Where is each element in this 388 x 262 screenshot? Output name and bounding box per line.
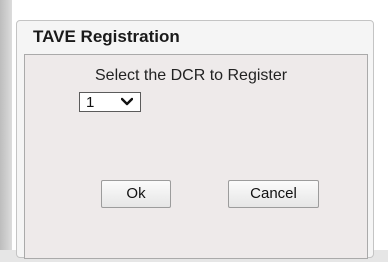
tave-registration-dialog: TAVE Registration Select the DCR to Regi… bbox=[16, 20, 374, 259]
background-panel-left bbox=[0, 0, 12, 262]
dialog-body: Select the DCR to Register 1 Ok Cancel bbox=[24, 54, 368, 259]
ok-button[interactable]: Ok bbox=[101, 180, 171, 208]
dialog-title: TAVE Registration bbox=[33, 27, 180, 46]
dcr-select-value: 1 bbox=[86, 94, 95, 111]
cancel-button[interactable]: Cancel bbox=[228, 180, 319, 208]
dcr-select[interactable]: 1 bbox=[79, 92, 141, 112]
dcr-select-label: Select the DCR to Register bbox=[95, 67, 288, 84]
chevron-down-icon bbox=[121, 97, 133, 106]
